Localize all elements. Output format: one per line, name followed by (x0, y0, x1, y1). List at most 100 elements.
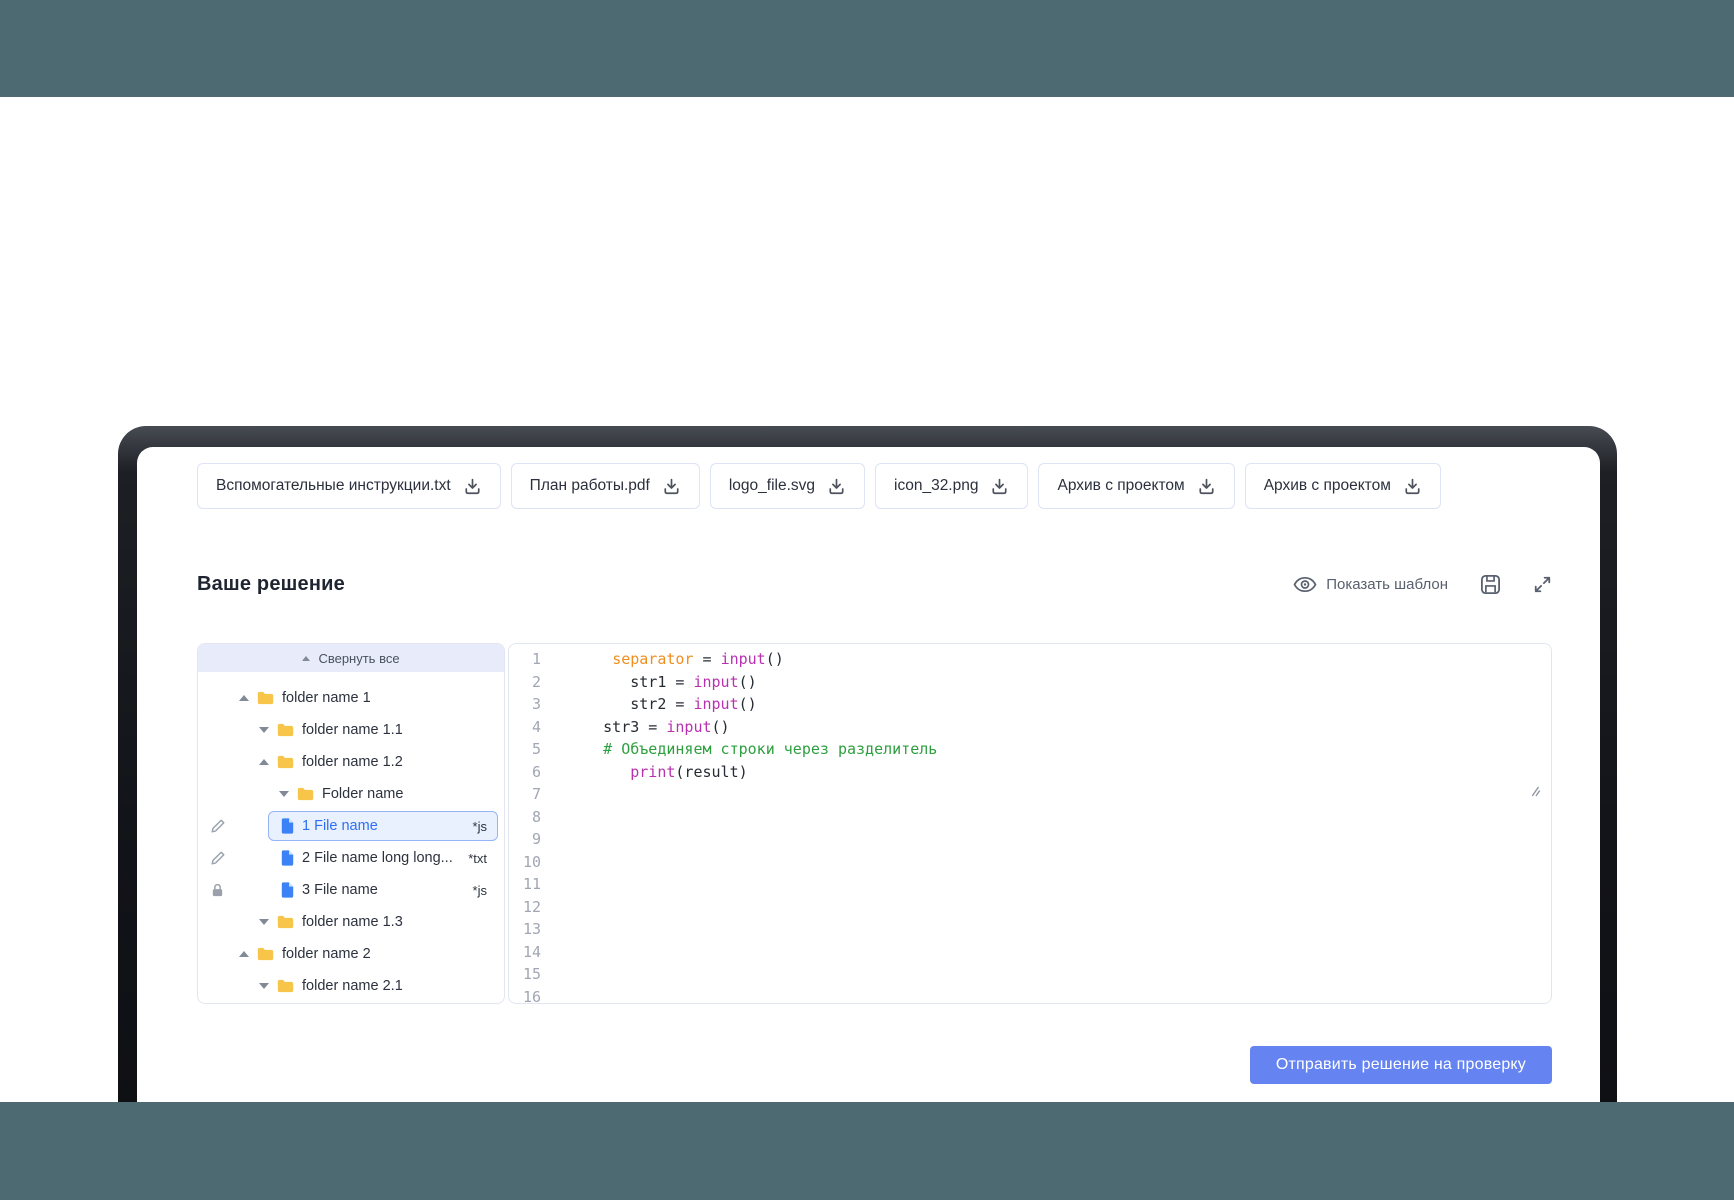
attachment-label: logo_file.svg (729, 477, 815, 495)
collapse-triangle-icon[interactable] (239, 695, 249, 701)
download-icon (662, 477, 681, 496)
file-icon (281, 818, 294, 834)
laptop-screen: Вспомогательные инструкции.txt План работ… (137, 447, 1600, 1200)
code-line: str3 = input() (558, 716, 1551, 739)
folder-name: folder name 1.3 (302, 914, 403, 930)
file-extension: *js (473, 819, 487, 834)
file-item[interactable]: 2 File name long long... *txt (268, 843, 498, 873)
line-number: 15 (509, 963, 541, 986)
code-area[interactable]: separator = input() str1 = input() str2 … (545, 644, 1551, 1003)
expand-triangle-icon[interactable] (259, 727, 269, 733)
expand-triangle-icon[interactable] (259, 983, 269, 989)
collapse-all-icon (302, 656, 310, 661)
collapse-all-label: Свернуть все (318, 651, 399, 666)
solution-header: Ваше решение Показать шаблон (197, 573, 1552, 596)
save-button[interactable] (1480, 574, 1501, 595)
expand-triangle-icon[interactable] (279, 791, 289, 797)
line-number: 3 (509, 693, 541, 716)
line-number: 2 (509, 671, 541, 694)
attachment-chip[interactable]: Вспомогательные инструкции.txt (197, 463, 501, 509)
file-extension: *js (473, 883, 487, 898)
show-template-button[interactable]: Показать шаблон (1293, 576, 1448, 593)
code-line: str1 = input() (558, 671, 1551, 694)
code-editor[interactable]: 12345678910111213141516 separator = inpu… (508, 643, 1552, 1004)
resize-grip-icon[interactable] (1528, 784, 1541, 797)
download-icon (990, 477, 1009, 496)
folder-name: folder name 1.1 (302, 722, 403, 738)
download-icon (827, 477, 846, 496)
attachment-chip[interactable]: Архив с проектом (1038, 463, 1234, 509)
download-icon (1197, 477, 1216, 496)
line-number: 6 (509, 761, 541, 784)
tree-folder-row[interactable]: folder name 1.2 (198, 746, 504, 778)
code-line: print(result) (558, 761, 1551, 784)
attachment-chip[interactable]: Архив с проектом (1245, 463, 1441, 509)
line-number: 16 (509, 986, 541, 1005)
line-number: 12 (509, 896, 541, 919)
line-number: 9 (509, 828, 541, 851)
eye-icon (1293, 576, 1317, 593)
folder-icon (277, 723, 294, 737)
file-tree-panel: Свернуть все folder name 1 folder name 1.… (197, 643, 505, 1004)
file-name: 3 File name (302, 882, 465, 898)
submit-solution-button[interactable]: Отправить решение на проверку (1250, 1046, 1552, 1084)
line-number: 10 (509, 851, 541, 874)
folder-name: folder name 1.2 (302, 754, 403, 770)
attachment-chip[interactable]: План работы.pdf (511, 463, 700, 509)
laptop-frame: Вспомогательные инструкции.txt План работ… (118, 426, 1617, 1200)
code-line: # Объединяем строки через разделитель (558, 738, 1551, 761)
tree-folder-row[interactable]: folder name 1.3 (198, 906, 504, 938)
attachment-label: Архив с проектом (1264, 477, 1391, 495)
folder-icon (257, 691, 274, 705)
line-number-gutter: 12345678910111213141516 (509, 644, 545, 1003)
folder-name: folder name 1 (282, 690, 371, 706)
download-icon (1403, 477, 1422, 496)
editor-toolbar: Показать шаблон (1293, 574, 1552, 595)
file-tree: folder name 1 folder name 1.1 folder name … (198, 672, 504, 1002)
pencil-icon (210, 818, 226, 834)
fullscreen-button[interactable] (1533, 575, 1552, 594)
tree-folder-row[interactable]: folder name 1 (198, 682, 504, 714)
attachments-bar: Вспомогательные инструкции.txt План работ… (197, 463, 1560, 509)
file-extension: *txt (468, 851, 487, 866)
folder-icon (297, 787, 314, 801)
bottom-banner (0, 1102, 1734, 1200)
file-item[interactable]: 1 File name *js (268, 811, 498, 841)
collapse-triangle-icon[interactable] (239, 951, 249, 957)
file-item[interactable]: 3 File name *js (268, 875, 498, 905)
line-number: 13 (509, 918, 541, 941)
attachment-chip[interactable]: icon_32.png (875, 463, 1028, 509)
file-name: 2 File name long long... (302, 850, 460, 866)
collapse-all-button[interactable]: Свернуть все (198, 644, 504, 672)
expand-icon (1533, 575, 1552, 594)
page-title: Ваше решение (197, 573, 345, 596)
folder-icon (277, 755, 294, 769)
folder-icon (257, 947, 274, 961)
collapse-triangle-icon[interactable] (259, 759, 269, 765)
folder-name: Folder name (322, 786, 403, 802)
tree-folder-row[interactable]: folder name 1.1 (198, 714, 504, 746)
tree-file-row[interactable]: 3 File name *js (198, 874, 504, 906)
tree-folder-row[interactable]: folder name 2.1 (198, 970, 504, 1002)
save-icon (1480, 574, 1501, 595)
folder-icon (277, 915, 294, 929)
file-name: 1 File name (302, 818, 465, 834)
line-number: 4 (509, 716, 541, 739)
tree-folder-row[interactable]: folder name 2 (198, 938, 504, 970)
line-number: 14 (509, 941, 541, 964)
show-template-label: Показать шаблон (1326, 576, 1448, 593)
attachment-chip[interactable]: logo_file.svg (710, 463, 865, 509)
attachment-label: План работы.pdf (530, 477, 650, 495)
tree-folder-row[interactable]: Folder name (198, 778, 504, 810)
tree-file-row[interactable]: 1 File name *js (198, 810, 504, 842)
line-number: 5 (509, 738, 541, 761)
line-number: 8 (509, 806, 541, 829)
attachment-label: icon_32.png (894, 477, 978, 495)
code-line: str2 = input() (558, 693, 1551, 716)
attachment-label: Архив с проектом (1057, 477, 1184, 495)
tree-file-row[interactable]: 2 File name long long... *txt (198, 842, 504, 874)
folder-name: folder name 2 (282, 946, 371, 962)
expand-triangle-icon[interactable] (259, 919, 269, 925)
folder-name: folder name 2.1 (302, 978, 403, 994)
top-banner (0, 0, 1734, 97)
